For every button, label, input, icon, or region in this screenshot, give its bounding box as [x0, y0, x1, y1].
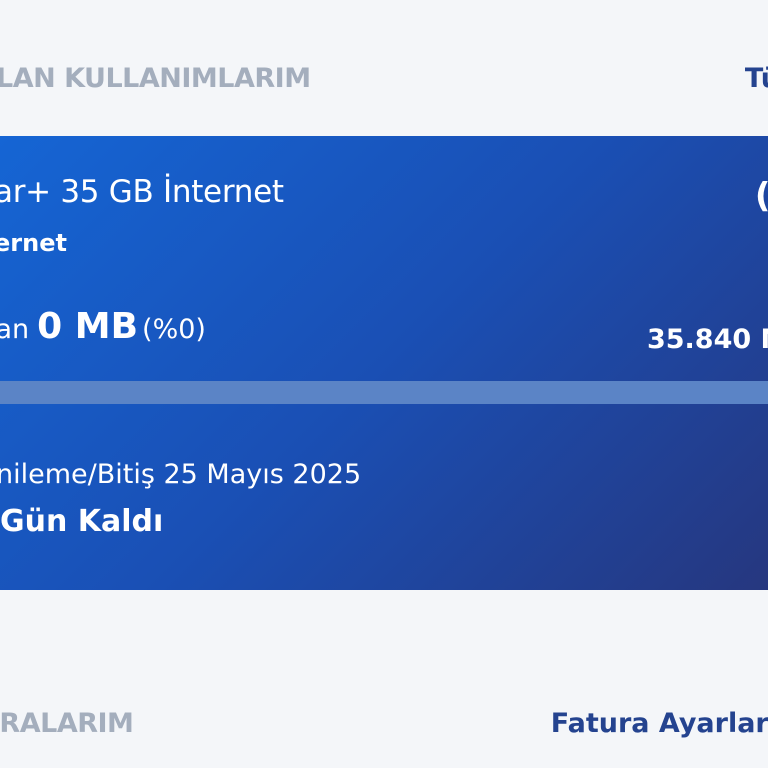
- usage-progress-bar: [0, 381, 768, 404]
- total-amount: 35.840 MB: [646, 324, 768, 355]
- usage-section-title: LAN KULLANIMLARIM: [0, 63, 311, 94]
- renewal-date: nileme/Bitiş 25 Mayıs 2025: [0, 459, 362, 490]
- bill-settings-link[interactable]: Fatura Ayarları: [551, 704, 768, 744]
- package-type: ernet: [0, 229, 67, 257]
- used-amount-line: lan0 MB(%0): [0, 306, 206, 347]
- bills-section-header: URALARIM Fatura Ayarları: [0, 704, 768, 744]
- usage-section-header: LAN KULLANIMLARIM Tü: [0, 59, 768, 99]
- wifi-icon: ((: [754, 176, 768, 216]
- used-value: 0 MB: [37, 306, 139, 347]
- package-usage-card[interactable]: ar+ 35 GB İnternet ernet (( lan0 MB(%0) …: [0, 136, 768, 590]
- used-percent: (%0): [142, 314, 206, 345]
- used-prefix: lan: [0, 314, 30, 345]
- bills-section-title: URALARIM: [0, 708, 134, 739]
- usage-section-link[interactable]: Tü: [745, 59, 768, 99]
- package-name: ar+ 35 GB İnternet: [0, 174, 284, 210]
- days-left: Gün Kaldı: [0, 504, 164, 539]
- usage-page: LAN KULLANIMLARIM Tü ar+ 35 GB İnternet …: [0, 0, 768, 768]
